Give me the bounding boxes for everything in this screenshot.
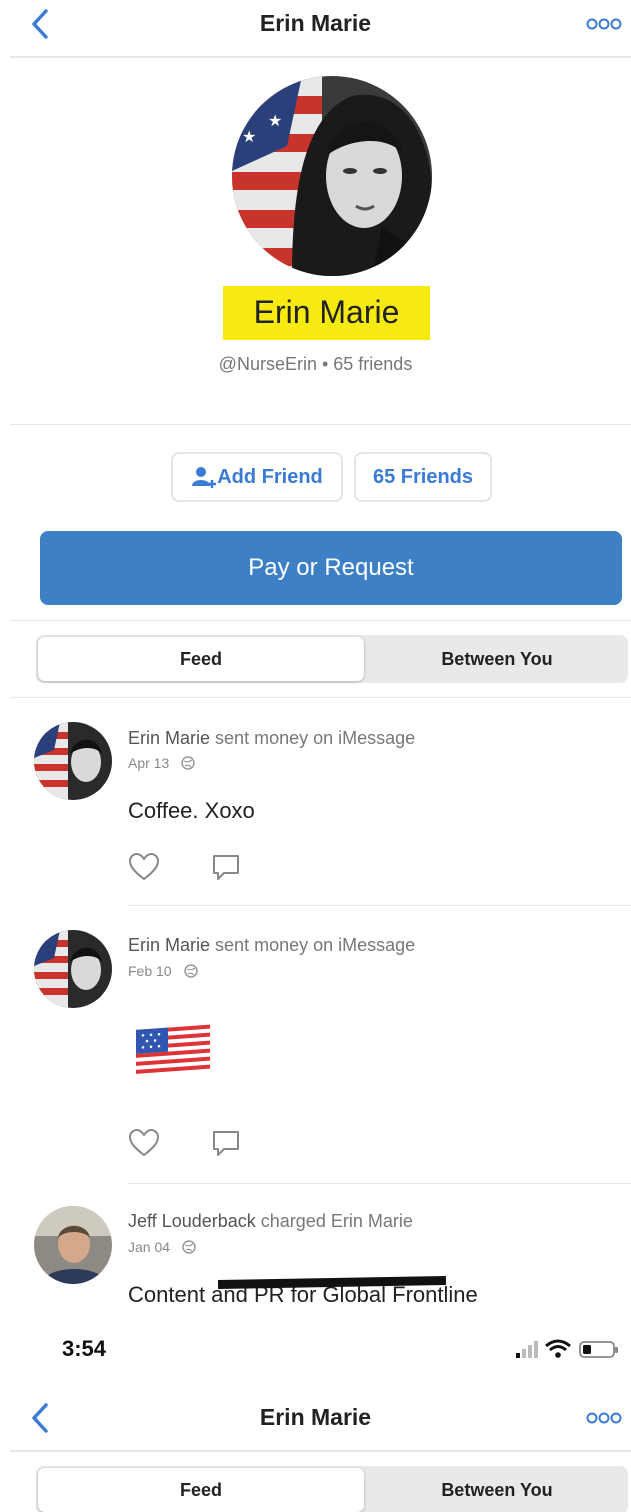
friends-count-label: 65 Friends bbox=[372, 465, 474, 488]
top-nav-bar: Erin Marie bbox=[0, 0, 631, 48]
feed-item-header: Erin Marie sent money on iMessage bbox=[128, 935, 415, 956]
svg-text:★: ★ bbox=[246, 97, 260, 114]
comment-icon[interactable] bbox=[210, 1129, 242, 1159]
top-nav-bar-repeat: Erin Marie bbox=[0, 1394, 631, 1442]
add-friend-button[interactable]: Add Friend bbox=[171, 452, 343, 502]
signal-icon bbox=[516, 1341, 538, 1358]
feed-item-meta: Jan 04 bbox=[128, 1239, 196, 1255]
feed-item-date: Jan 04 bbox=[128, 1239, 171, 1255]
page-title: Erin Marie bbox=[259, 10, 372, 36]
feed-avatar[interactable] bbox=[34, 722, 112, 800]
feed-item-action: sent money on iMessage bbox=[215, 935, 416, 955]
feed-item-header: Jeff Louderback charged Erin Marie bbox=[128, 1211, 413, 1232]
feed-item-date: Feb 10 bbox=[128, 963, 172, 979]
us-flag-emoji: 🇺🇸 bbox=[134, 1022, 212, 1078]
profile-page: Erin Marie ★ ★ ★ Erin Marie @NurseErin •… bbox=[0, 0, 631, 1512]
friends-count-button[interactable]: 65 Friends bbox=[354, 452, 492, 502]
page-title: Erin Marie bbox=[259, 1404, 372, 1430]
feed-item-meta: Apr 13 bbox=[128, 755, 195, 771]
wifi-icon bbox=[545, 1339, 571, 1358]
globe-icon bbox=[182, 1240, 196, 1254]
pay-or-request-button[interactable]: Pay or Request bbox=[40, 531, 622, 605]
tab-between-you[interactable]: Between You bbox=[366, 635, 628, 683]
tabs-divider bbox=[10, 697, 631, 698]
feed-item-name[interactable]: Erin Marie bbox=[128, 935, 210, 955]
profile-avatar: ★ ★ ★ bbox=[232, 76, 432, 276]
svg-text:★: ★ bbox=[242, 129, 256, 146]
battery-icon bbox=[579, 1341, 618, 1358]
actions-divider bbox=[10, 620, 631, 621]
feed-item-message: Coffee. Xoxo bbox=[128, 798, 255, 823]
more-options-icon[interactable] bbox=[585, 14, 623, 34]
pay-or-request-label: Pay or Request bbox=[248, 554, 414, 581]
more-options-icon[interactable] bbox=[585, 1408, 623, 1428]
feed-tabs-repeat: Feed Between You bbox=[36, 1466, 628, 1512]
profile-name: Erin Marie bbox=[253, 294, 400, 330]
comment-icon[interactable] bbox=[210, 853, 242, 883]
status-time: 3:54 bbox=[62, 1336, 107, 1361]
feed-tabs: Feed Between You bbox=[36, 635, 628, 683]
globe-icon bbox=[183, 964, 198, 978]
feed-item-meta: Feb 10 bbox=[128, 963, 198, 979]
profile-divider bbox=[10, 424, 631, 425]
add-friend-icon bbox=[192, 467, 217, 488]
feed-item-name[interactable]: Erin Marie bbox=[128, 728, 210, 748]
globe-icon bbox=[181, 756, 195, 770]
feed-item-name[interactable]: Jeff Louderback bbox=[128, 1211, 256, 1231]
feed-item-divider bbox=[128, 905, 631, 906]
svg-text:★: ★ bbox=[268, 113, 282, 130]
tab-feed[interactable]: Feed bbox=[38, 1468, 364, 1512]
heart-icon[interactable] bbox=[128, 852, 160, 882]
screenshot-seam bbox=[0, 1305, 631, 1323]
header-divider bbox=[10, 56, 631, 58]
tab-feed[interactable]: Feed bbox=[38, 637, 364, 681]
feed-item-date: Apr 13 bbox=[128, 755, 170, 771]
status-icons bbox=[514, 1337, 626, 1361]
feed-item-action: charged Erin Marie bbox=[260, 1211, 413, 1231]
feed-item-divider bbox=[128, 1183, 631, 1184]
feed-avatar[interactable] bbox=[34, 930, 112, 1008]
feed-item-action: sent money on iMessage bbox=[215, 728, 416, 748]
add-friend-label: Add Friend bbox=[217, 465, 323, 488]
profile-username-friends: @NurseErin • 65 friends bbox=[218, 354, 413, 374]
flag-emoji-text: 🇺🇸 bbox=[134, 1022, 135, 1023]
feed-avatar[interactable] bbox=[34, 1206, 112, 1284]
tab-between-you[interactable]: Between You bbox=[366, 1466, 628, 1512]
header-divider bbox=[10, 1450, 631, 1452]
heart-icon[interactable] bbox=[128, 1128, 160, 1158]
feed-item-header: Erin Marie sent money on iMessage bbox=[128, 728, 415, 749]
